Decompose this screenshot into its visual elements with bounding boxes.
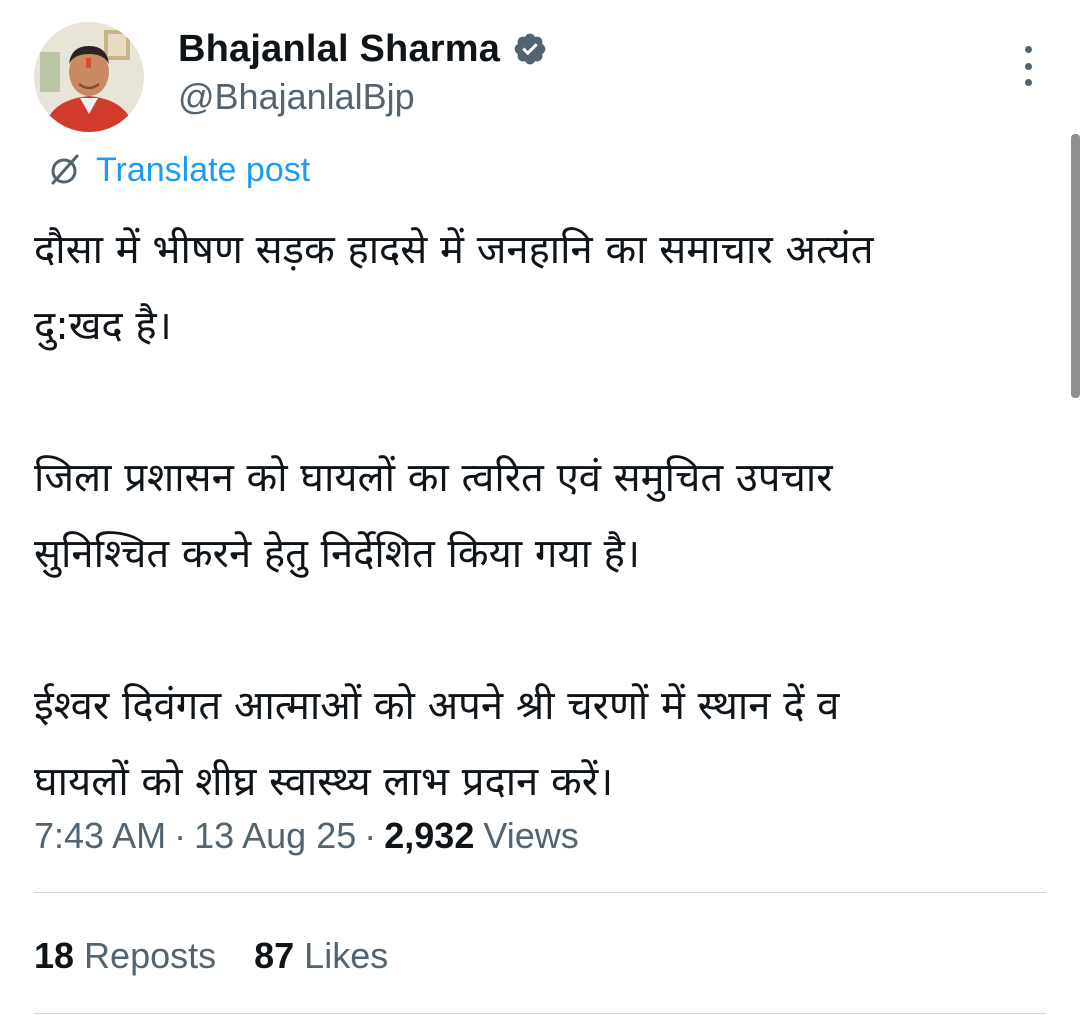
verified-badge-icon[interactable] bbox=[512, 31, 548, 67]
author-name-row[interactable]: Bhajanlal Sharma bbox=[178, 26, 548, 72]
views-count: 2,932 bbox=[384, 815, 475, 856]
translate-post-label[interactable]: Translate post bbox=[96, 151, 310, 190]
post-meta: 7:43 AM · 13 Aug 25 · 2,932 Views bbox=[34, 812, 579, 860]
avatar[interactable] bbox=[34, 22, 144, 132]
post-body: दौसा में भीषण सड़क हादसे में जनहानि का स… bbox=[34, 212, 1044, 820]
post-paragraph: ईश्वर दिवंगत आत्माओं को अपने श्री चरणों … bbox=[34, 683, 840, 805]
likes-stat[interactable]: 87 Likes bbox=[254, 935, 388, 977]
reposts-stat[interactable]: 18 Reposts bbox=[34, 935, 216, 977]
more-dot-icon bbox=[1024, 46, 1032, 53]
reposts-label: Reposts bbox=[84, 935, 217, 976]
divider bbox=[34, 892, 1046, 893]
meta-separator: · bbox=[174, 815, 187, 856]
post-date[interactable]: 13 Aug 25 bbox=[194, 815, 356, 857]
avatar-image bbox=[34, 22, 144, 132]
post-time[interactable]: 7:43 AM bbox=[34, 815, 166, 857]
engagement-stats: 18 Reposts 87 Likes bbox=[34, 932, 426, 980]
more-dot-icon bbox=[1024, 62, 1032, 70]
post-paragraph: जिला प्रशासन को घायलों का त्वरित एवं समु… bbox=[34, 455, 833, 577]
scrollbar-thumb[interactable] bbox=[1071, 134, 1080, 398]
likes-label: Likes bbox=[304, 935, 389, 976]
post-paragraph: दौसा में भीषण सड़क हादसे में जनहानि का स… bbox=[34, 227, 874, 349]
views-label: Views bbox=[483, 815, 579, 856]
translate-icon bbox=[44, 150, 84, 190]
author-handle[interactable]: @BhajanlalBjp bbox=[178, 76, 415, 118]
translate-post-link[interactable]: Translate post bbox=[44, 150, 310, 190]
meta-separator: · bbox=[364, 815, 377, 856]
divider bbox=[34, 1013, 1046, 1014]
author-display-name[interactable]: Bhajanlal Sharma bbox=[178, 28, 500, 71]
reposts-count: 18 bbox=[34, 935, 75, 976]
likes-count: 87 bbox=[254, 935, 295, 976]
more-options-button[interactable] bbox=[1016, 46, 1040, 86]
more-dot-icon bbox=[1024, 79, 1032, 86]
